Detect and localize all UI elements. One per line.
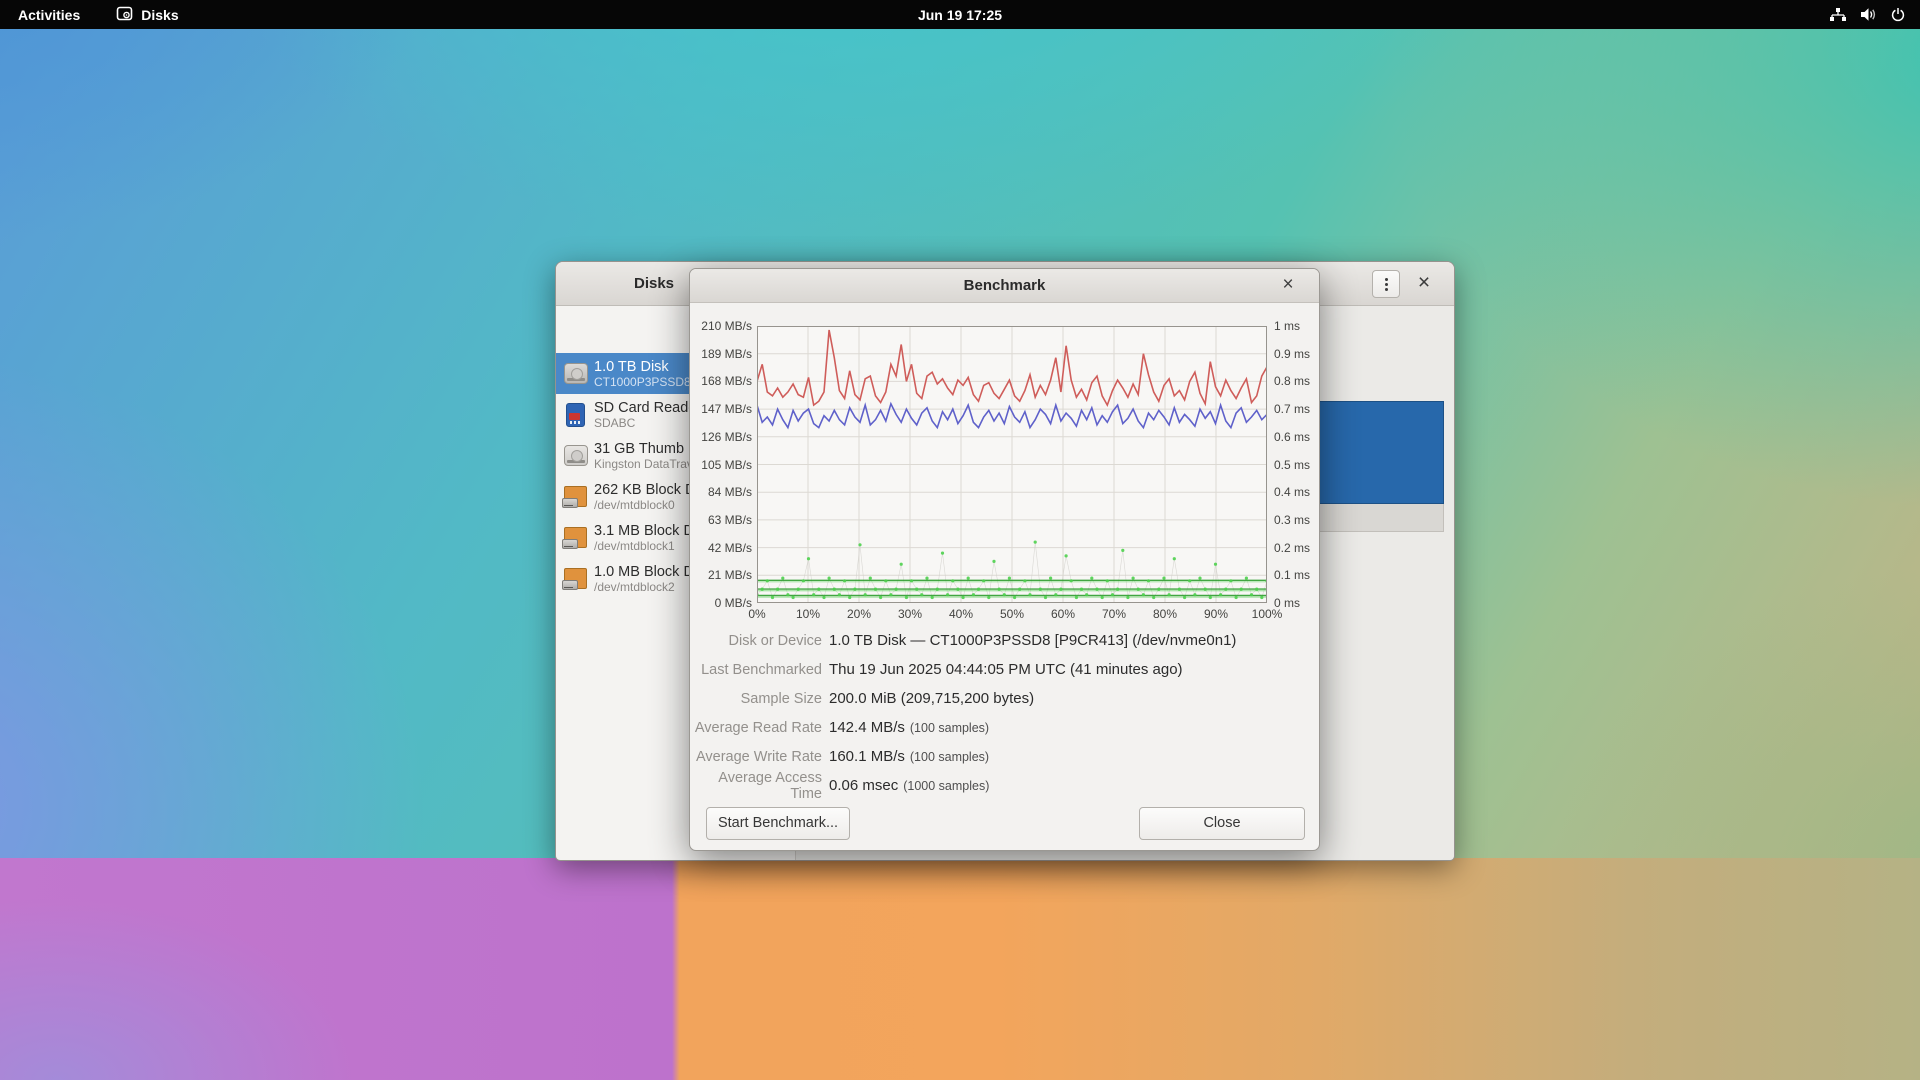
block-device-icon (562, 524, 589, 551)
x-axis-tick-percent: 90% (1191, 607, 1241, 621)
y-axis-tick-mbs: 21 MB/s (690, 568, 752, 582)
y-axis-tick-ms: 1 ms (1274, 319, 1300, 333)
benchmark-close-icon[interactable]: × (1275, 269, 1301, 303)
benchmark-details: Disk or Device 1.0 TB Disk — CT1000P3PSS… (690, 626, 1321, 800)
detail-row-sample-size: Sample Size 200.0 MiB (209,715,200 bytes… (690, 684, 1321, 713)
detail-row-average-read-rate: Average Read Rate 142.4 MB/s (100 sample… (690, 713, 1321, 742)
wallpaper-bottom-band (0, 858, 1920, 1080)
activities-button[interactable]: Activities (18, 0, 80, 29)
disks-close-button[interactable]: × (1409, 262, 1439, 306)
hamburger-menu-button[interactable] (1372, 270, 1400, 298)
hard-drive-icon (562, 360, 589, 387)
detail-row-average-write-rate: Average Write Rate 160.1 MB/s (100 sampl… (690, 742, 1321, 771)
y-axis-tick-mbs: 168 MB/s (690, 374, 752, 388)
y-axis-tick-mbs: 63 MB/s (690, 513, 752, 527)
y-axis-tick-mbs: 189 MB/s (690, 347, 752, 361)
x-axis-tick-percent: 70% (1089, 607, 1139, 621)
activities-label: Activities (18, 7, 80, 23)
x-axis-tick-percent: 0% (732, 607, 782, 621)
sd-card-icon (562, 401, 589, 428)
volume-icon (1860, 7, 1877, 22)
x-axis-tick-percent: 20% (834, 607, 884, 621)
detail-row-disk-or-device: Disk or Device 1.0 TB Disk — CT1000P3PSS… (690, 626, 1321, 655)
benchmark-dialog: Benchmark × 210 MB/s 189 MB/s 168 MB/s 147 … (689, 268, 1320, 851)
detail-row-average-access-time: Average Access Time 0.06 msec (1000 samp… (690, 771, 1321, 800)
block-device-icon (562, 483, 589, 510)
y-axis-tick-ms: 0.3 ms (1274, 513, 1310, 527)
x-axis-tick-percent: 50% (987, 607, 1037, 621)
x-axis-tick-percent: 10% (783, 607, 833, 621)
y-axis-tick-ms: 0.4 ms (1274, 485, 1310, 499)
y-axis-tick-mbs: 126 MB/s (690, 430, 752, 444)
y-axis-tick-ms: 0.6 ms (1274, 430, 1310, 444)
y-axis-tick-ms: 0.5 ms (1274, 458, 1310, 472)
block-device-icon (562, 565, 589, 592)
y-axis-tick-mbs: 42 MB/s (690, 541, 752, 555)
y-axis-tick-mbs: 84 MB/s (690, 485, 752, 499)
y-axis-tick-ms: 0.9 ms (1274, 347, 1310, 361)
start-benchmark-button[interactable]: Start Benchmark... (706, 807, 850, 840)
system-status-area[interactable] (1829, 0, 1906, 29)
benchmark-chart (757, 326, 1267, 603)
x-axis-tick-percent: 100% (1242, 607, 1292, 621)
y-axis-tick-ms: 0.1 ms (1274, 568, 1310, 582)
clock-label: Jun 19 17:25 (918, 7, 1002, 23)
benchmark-headerbar: Benchmark × (690, 269, 1319, 303)
x-axis-tick-percent: 80% (1140, 607, 1190, 621)
y-axis-tick-mbs: 210 MB/s (690, 319, 752, 333)
y-axis-tick-mbs: 105 MB/s (690, 458, 752, 472)
y-axis-tick-ms: 0.7 ms (1274, 402, 1310, 416)
network-icon (1829, 7, 1847, 22)
power-icon (1890, 7, 1906, 23)
benchmark-title: Benchmark (690, 269, 1319, 303)
detail-row-last-benchmarked: Last Benchmarked Thu 19 Jun 2025 04:44:0… (690, 655, 1321, 684)
y-axis-tick-ms: 0.8 ms (1274, 374, 1310, 388)
close-button[interactable]: Close (1139, 807, 1305, 840)
top-bar: Activities Disks Jun 19 17:25 (0, 0, 1920, 29)
thumb-drive-icon (562, 442, 589, 469)
clock[interactable]: Jun 19 17:25 (0, 7, 1920, 23)
x-axis-tick-percent: 40% (936, 607, 986, 621)
app-menu-label: Disks (141, 7, 178, 23)
disks-app-icon (116, 5, 133, 25)
x-axis-tick-percent: 30% (885, 607, 935, 621)
app-menu-disks[interactable]: Disks (116, 0, 178, 29)
y-axis-tick-ms: 0.2 ms (1274, 541, 1310, 555)
x-axis-tick-percent: 60% (1038, 607, 1088, 621)
y-axis-tick-mbs: 147 MB/s (690, 402, 752, 416)
